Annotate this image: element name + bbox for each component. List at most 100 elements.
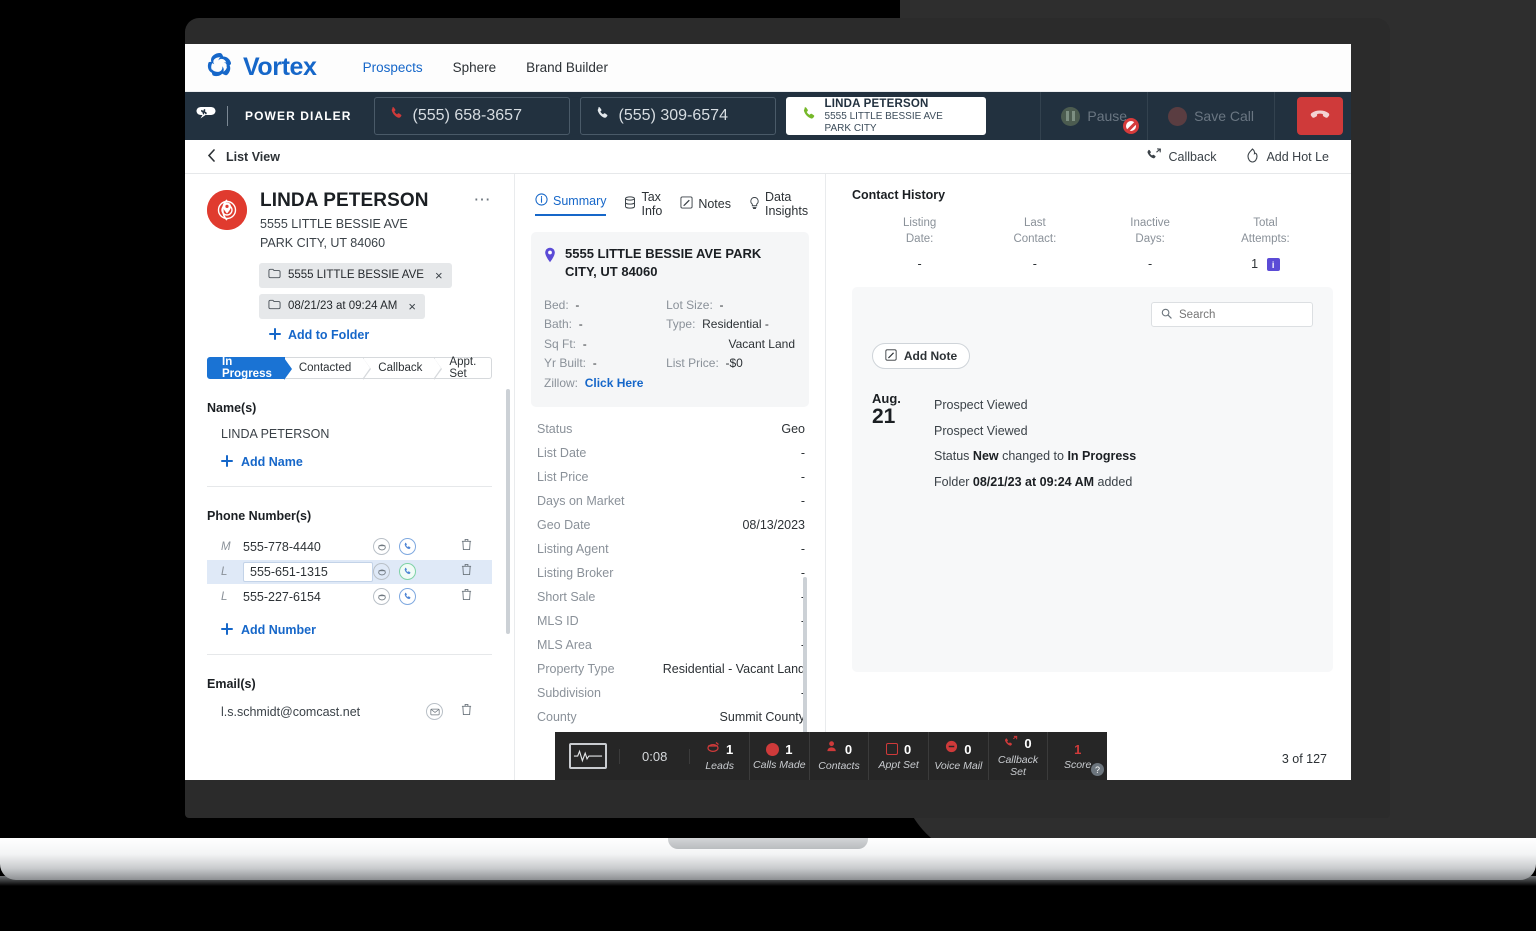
status-step-in-progress[interactable]: In Progress [207,357,285,379]
ellipsis-icon[interactable]: ⋯ [474,190,493,210]
call-phone-icon[interactable] [399,588,416,605]
dnc-phone-icon[interactable] [373,588,390,605]
trash-icon[interactable] [461,538,472,556]
folder-chip[interactable]: 08/21/23 at 09:24 AM × [259,294,425,319]
trash-icon[interactable] [461,588,472,606]
nav-item-prospects[interactable]: Prospects [363,60,423,75]
add-to-folder-button[interactable]: Add to Folder [207,328,492,343]
add-hot-lead-label: Add Hot Le [1266,150,1329,164]
history-search-box[interactable] [1151,302,1313,327]
screenshot-stage: Vortex Prospects Sphere Brand Builder PO… [0,0,1536,931]
detail-row-short-sale: Short Sale- [531,585,809,609]
stat-label-line-1: Last [977,216,1092,232]
phone-green-icon [801,106,817,127]
call-phone-icon[interactable] [399,538,416,555]
app-header: Vortex Prospects Sphere Brand Builder [185,44,1351,92]
callback-button[interactable]: Callback [1146,148,1217,165]
zillow-link[interactable]: Click Here [585,376,644,390]
status-step-appt-set[interactable]: Appt. Set [435,357,492,379]
tab-notes[interactable]: Notes [680,196,731,212]
pause-label: Pause [1087,108,1127,124]
spec-yr-built: Yr Built: - [544,354,656,373]
close-icon[interactable]: × [408,299,416,314]
target-pin-icon [207,190,247,230]
spec-lot-size: Lot Size: - [666,296,795,315]
question-mark-icon[interactable]: ? [1091,763,1104,776]
stat-voice-mail-value: 0 [964,742,971,757]
middle-panel-scrollbar[interactable] [803,577,807,735]
map-pin-icon [544,245,556,268]
stat-calls-made-value: 1 [785,742,792,757]
stat-label-line-1: Listing [862,216,977,232]
add-number-button[interactable]: Add Number [207,623,492,638]
dnc-phone-icon[interactable] [373,563,390,580]
status-step-label: Callback [378,362,422,374]
save-call-button[interactable]: Save Call [1147,92,1274,140]
folder-chip[interactable]: 5555 LITTLE BESSIE AVE × [259,263,452,288]
phone-row[interactable]: L 555-651-1315 [207,560,492,584]
detail-row-listing-broker: Listing Broker- [531,561,809,585]
envelope-icon[interactable] [426,703,443,720]
email-address: l.s.schmidt@comcast.net [221,705,360,719]
pause-button[interactable]: Pause [1040,92,1147,140]
detail-value: - [801,494,805,508]
spec-bath-key: Bath: [544,317,572,331]
tab-data-insights[interactable]: Data Insights [749,190,808,218]
search-input[interactable] [1179,309,1303,321]
add-note-button[interactable]: Add Note [872,343,970,369]
calls-made-icon [766,743,779,756]
phone-white-icon [595,106,610,126]
phone-row[interactable]: L 555-227-6154 [207,585,492,609]
dialer-line-1-number: (555) 658-3657 [413,107,522,125]
detail-row-county: CountySummit County [531,705,809,729]
dnc-phone-icon[interactable] [373,538,390,555]
callback-set-icon [1004,734,1018,752]
appt-set-icon [886,743,898,755]
dialer-line-2[interactable]: (555) 309-6574 [580,97,776,135]
back-to-list-view-button[interactable]: List View [207,149,280,165]
emails-section-title: Email(s) [207,677,492,691]
stat-voice-mail-top: 0 [929,740,988,758]
status-step-callback[interactable]: Callback [364,357,435,379]
add-hot-lead-button[interactable]: Add Hot Le [1246,148,1329,166]
lead-name: LINDA PETERSON [260,190,429,212]
plus-icon [221,623,233,638]
property-specs: Bed: - Bath: - Sq Ft: - Yr Built: - Zill… [544,296,795,393]
phone-type-label: M [221,541,243,553]
phone-row[interactable]: M 555-778-4440 [207,535,492,559]
hangup-phone-icon[interactable] [1297,97,1343,135]
info-badge-icon[interactable]: i [1267,258,1280,271]
stat-label-line-1: Total [1208,216,1323,232]
content-area: LINDA PETERSON 5555 LITTLE BESSIE AVE PA… [185,174,1351,780]
event-folder-name: 08/21/23 at 09:24 AM [973,475,1094,489]
spec-type: Type: Residential -Vacant Land [666,315,795,354]
email-row[interactable]: l.s.schmidt@comcast.net [207,703,492,721]
add-name-button[interactable]: Add Name [207,455,492,470]
brand-logo[interactable]: Vortex [205,50,317,85]
tab-summary[interactable]: Summary [535,193,606,216]
call-stats-bar: 0:08 1 Leads 1 Calls Made [555,732,1107,780]
left-panel-scrollbar[interactable] [506,389,510,634]
call-phone-icon[interactable] [399,563,416,580]
event-prefix: Status [934,449,973,463]
status-step-contacted[interactable]: Contacted [285,357,364,379]
spec-bed: Bed: - [544,296,656,315]
nav-item-sphere[interactable]: Sphere [453,60,497,75]
nav-item-brand-builder[interactable]: Brand Builder [526,60,608,75]
dialer-line-1[interactable]: (555) 658-3657 [374,97,570,135]
power-dialer-brand: POWER DIALER [195,104,364,129]
trash-icon[interactable] [461,703,472,721]
event-from-status: New [973,449,999,463]
dialer-active-call[interactable]: LINDA PETERSON 5555 LITTLE BESSIE AVE PA… [786,97,986,135]
lead-address-line-1: 5555 LITTLE BESSIE AVE [260,215,429,234]
stat-contacts-label: Contacts [810,760,869,772]
name-value: LINDA PETERSON [207,427,492,441]
stat-callback-set-top: 0 [989,734,1048,752]
tab-tax-info[interactable]: Tax Info [624,190,662,218]
add-number-label: Add Number [241,623,316,637]
waveform-icon[interactable] [569,743,607,769]
close-icon[interactable]: × [435,268,443,283]
history-event: Prospect Viewed [934,393,1136,419]
dialer-line-2-number: (555) 309-6574 [619,107,728,125]
trash-icon[interactable] [461,563,472,581]
